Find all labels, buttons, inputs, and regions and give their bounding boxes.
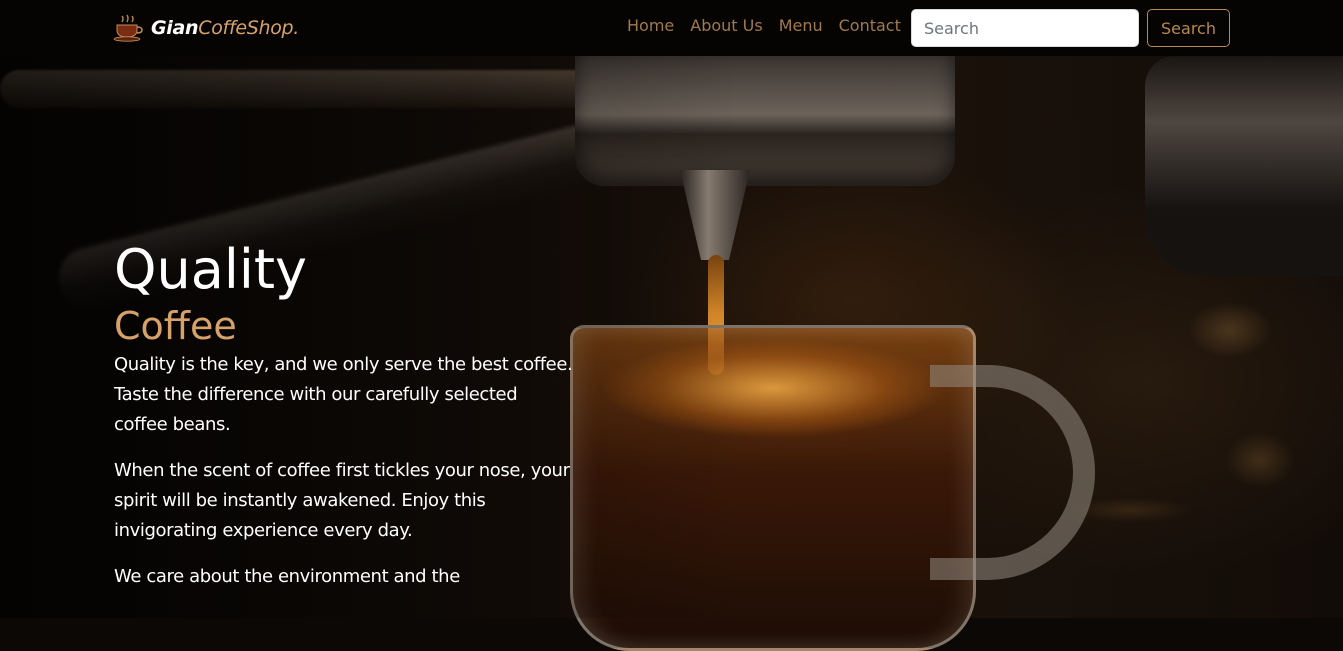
hero-paragraph: We care about the environment and the [114, 566, 460, 587]
hero-title: Quality [114, 238, 307, 301]
hero-subtitle: Coffee [114, 304, 237, 348]
nav-link-contact[interactable]: Contact [839, 16, 901, 35]
nav-link-home[interactable]: Home [627, 16, 674, 35]
hero-paragraph: When the scent of coffee first tickles y… [114, 460, 570, 541]
brand-name-part2: CoffeShop. [198, 17, 300, 39]
brand-logo-link[interactable]: GianCoffeShop. [113, 12, 299, 44]
brand-name: GianCoffeShop. [151, 17, 299, 39]
brand-name-part1: Gian [151, 17, 199, 39]
coffee-cup-icon [113, 14, 143, 42]
nav-link-about-us[interactable]: About Us [690, 16, 762, 35]
hero-paragraph: Quality is the key, and we only serve th… [114, 354, 573, 435]
search-button[interactable]: Search [1147, 9, 1230, 47]
nav-link-menu[interactable]: Menu [779, 16, 823, 35]
navbar: GianCoffeShop. Home About Us Menu Contac… [0, 0, 1343, 56]
nav-links: Home About Us Menu Contact [627, 16, 901, 35]
hero-content: Quality Coffee Quality is the key, and w… [114, 238, 574, 608]
search-input[interactable] [911, 9, 1139, 47]
